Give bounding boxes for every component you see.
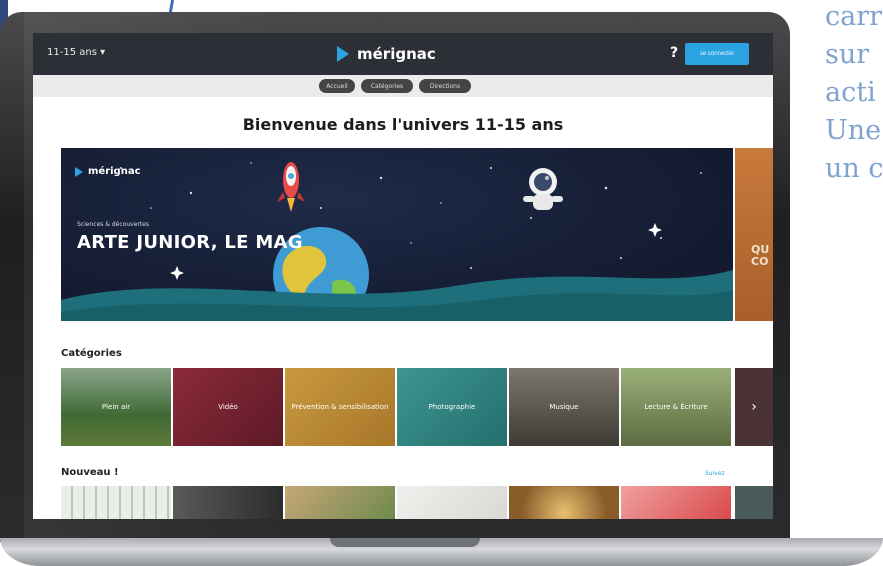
category-musique[interactable]: Musique <box>509 368 619 446</box>
caption-line: sur <box>825 39 870 70</box>
laptop-screen: 11-15 ans ▾ mérignac ? se connecter Accu… <box>33 33 773 519</box>
nav-pill-accueil[interactable]: Accueil <box>319 79 355 93</box>
category-label: Vidéo <box>218 402 238 411</box>
caption-line: carr <box>825 1 883 32</box>
category-label: Photographie <box>428 402 476 411</box>
hero-wave <box>61 270 733 321</box>
new-item-tile[interactable] <box>735 486 773 519</box>
category-prevention[interactable]: Prévention & sensibilisation <box>285 368 395 446</box>
login-button[interactable]: se connecter <box>685 43 749 65</box>
caption-line: Une <box>825 115 882 146</box>
category-label: Prévention & sensibilisation <box>291 402 389 411</box>
play-logo-icon <box>75 166 83 177</box>
hero-kicker: Sciences & découvertes <box>77 221 150 228</box>
see-all-link[interactable]: Suivez <box>705 470 725 477</box>
age-selector[interactable]: 11-15 ans ▾ <box>47 47 105 58</box>
hero-title: ARTE JUNIOR, LE MAG <box>77 232 303 253</box>
site-logo[interactable]: mérignac <box>337 43 436 65</box>
hero-next-slide[interactable]: QU CO <box>735 148 773 321</box>
help-icon[interactable]: ? <box>670 45 678 61</box>
site-topbar: 11-15 ans ▾ mérignac ? se connecter <box>33 33 773 75</box>
subnav: Accueil Catégories Directions <box>33 75 773 97</box>
age-selector-label: 11-15 ans <box>47 47 97 58</box>
category-plein-air[interactable]: Plein air <box>61 368 171 446</box>
categories-heading: Catégories <box>61 348 122 359</box>
category-label: Plein air <box>101 402 131 411</box>
laptop-notch <box>330 538 480 547</box>
new-item-tile[interactable] <box>397 486 507 519</box>
category-lecture-ecriture[interactable]: Lecture & Écriture <box>621 368 731 446</box>
decorative-stroke <box>168 0 175 12</box>
category-label: Lecture & Écriture <box>644 402 708 411</box>
play-logo-icon <box>337 46 349 62</box>
categories-next-button[interactable]: › <box>735 368 773 446</box>
chevron-down-icon: ▾ <box>100 47 106 58</box>
category-label: Musique <box>549 402 579 411</box>
category-video[interactable]: Vidéo <box>173 368 283 446</box>
hero-logo-text: mérignac <box>88 166 141 177</box>
new-item-tile[interactable] <box>61 486 171 519</box>
new-item-tile[interactable] <box>621 486 731 519</box>
chevron-right-icon: › <box>751 399 757 415</box>
hero-banner[interactable]: mérignac Sciences & découvertes ARTE JUN… <box>61 148 733 321</box>
new-item-tile[interactable] <box>173 486 283 519</box>
new-heading: Nouveau ! <box>61 467 119 478</box>
logo-text: mérignac <box>357 45 436 63</box>
astronaut-icon <box>523 168 563 210</box>
hero-logo: mérignac <box>75 166 141 177</box>
nav-pill-categories[interactable]: Catégories <box>361 79 413 93</box>
hero-next-text: QU CO <box>751 243 770 268</box>
caption-line: acti <box>825 77 876 108</box>
new-item-tile[interactable] <box>285 486 395 519</box>
welcome-heading: Bienvenue dans l'univers 11-15 ans <box>242 115 564 134</box>
background-caption: carr sur acti Une un c <box>825 0 883 188</box>
rocket-icon <box>277 162 305 212</box>
caption-line: un c <box>825 153 883 184</box>
nav-pill-directions[interactable]: Directions <box>419 79 471 93</box>
category-photographie[interactable]: Photographie <box>397 368 507 446</box>
new-item-tile[interactable] <box>509 486 619 519</box>
